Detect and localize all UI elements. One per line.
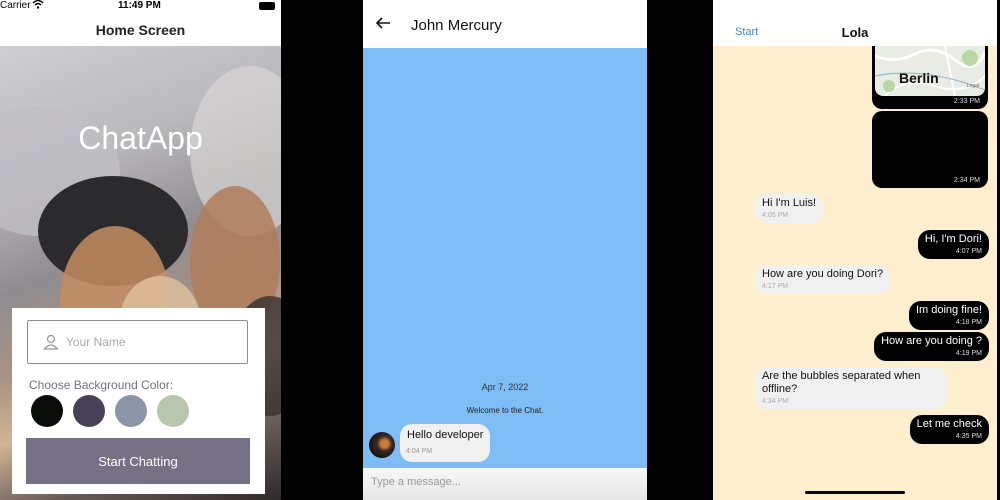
user-icon	[42, 333, 60, 351]
color-swatch-black[interactable]	[31, 395, 63, 427]
message-text: Hi, I'm Dori!	[924, 233, 982, 245]
color-label: Choose Background Color:	[29, 378, 174, 392]
color-swatch-purple[interactable]	[73, 395, 105, 427]
carrier-label: Carrier	[0, 0, 31, 11]
message-input[interactable]	[371, 476, 631, 488]
color-swatch-green[interactable]	[157, 395, 189, 427]
map-legal-label: Legal	[966, 83, 979, 89]
status-bar: Carrier 11:49 PM	[0, 0, 281, 14]
message-text: Hi I'm Luis!	[762, 197, 817, 209]
message-bubble[interactable]: Hello developer 4:04 PM	[400, 424, 490, 462]
message-bubble[interactable]: Hi I'm Luis! 4:05 PM	[755, 194, 824, 223]
message-bubble[interactable]: Let me check 4:35 PM	[909, 415, 989, 444]
message-text: Hello developer	[407, 429, 484, 441]
nav-title: Home Screen	[95, 22, 186, 38]
battery-icon	[259, 2, 275, 10]
image-message[interactable]: 2:34 PM	[872, 111, 988, 188]
message-composer[interactable]	[363, 468, 647, 500]
message-text: Are the bubbles separated when offline?	[762, 370, 921, 395]
message-time: 4:04 PM	[406, 448, 433, 455]
start-form: Choose Background Color: Start Chatting	[12, 308, 265, 494]
message-time: 4:17 PM	[762, 283, 789, 290]
message-list: Apr 7, 2022 Welcome to the Chat. Hello d…	[363, 48, 647, 468]
home-screen: Carrier 11:49 PM Home Screen ChatApp Cho…	[0, 0, 281, 500]
location-message[interactable]: Berlin Legal 2:33 PM	[872, 46, 988, 109]
chat-title: John Mercury	[411, 17, 502, 34]
message-text: Im doing fine!	[915, 304, 982, 316]
color-swatch-gray[interactable]	[115, 395, 147, 427]
status-time: 11:49 PM	[118, 0, 161, 11]
name-input[interactable]	[66, 331, 236, 353]
message-text: How are you doing Dori?	[762, 268, 884, 280]
message-time: 4:34 PM	[762, 398, 789, 405]
message-bubble[interactable]: Im doing fine! 4:18 PM	[908, 301, 989, 330]
message-time: 2:34 PM	[953, 177, 980, 184]
map-city-label: Berlin	[899, 70, 939, 86]
system-message: Welcome to the Chat.	[466, 406, 544, 415]
home-indicator[interactable]	[805, 491, 905, 494]
message-bubble[interactable]: How are you doing Dori? 4:17 PM	[755, 265, 891, 294]
message-bubble[interactable]: How are you doing ? 4:19 PM	[874, 332, 989, 361]
message-time: 4:35 PM	[955, 433, 982, 440]
message-time: 4:07 PM	[955, 248, 982, 255]
message-text: Let me check	[916, 418, 982, 430]
map-image: Berlin Legal	[875, 46, 985, 96]
message-time: 2:33 PM	[953, 98, 980, 105]
message-bubble[interactable]: Hi, I'm Dori! 4:07 PM	[917, 230, 989, 259]
message-time: 4:19 PM	[955, 350, 982, 357]
message-time: 4:18 PM	[955, 319, 982, 326]
message-bubble[interactable]: Are the bubbles separated when offline? …	[755, 367, 947, 409]
wifi-icon	[32, 0, 44, 12]
message-text: How are you doing ?	[881, 335, 982, 347]
chat-screen-2: Start Lola Berlin Legal 2:33 PM 2:34 PM …	[713, 0, 997, 500]
app-title: ChatApp	[78, 120, 203, 156]
start-chatting-button[interactable]: Start Chatting	[26, 438, 250, 484]
name-field[interactable]	[27, 320, 248, 364]
message-time: 4:05 PM	[762, 212, 789, 219]
back-arrow-icon[interactable]	[375, 15, 391, 31]
avatar[interactable]	[369, 432, 395, 458]
chat-header: John Mercury	[363, 0, 647, 48]
date-separator: Apr 7, 2022	[481, 382, 529, 392]
chat-title-2: Lola	[841, 25, 869, 40]
chat-screen: John Mercury Apr 7, 2022 Welcome to the …	[363, 0, 647, 500]
chat-header-2: Start Lola	[713, 0, 997, 46]
